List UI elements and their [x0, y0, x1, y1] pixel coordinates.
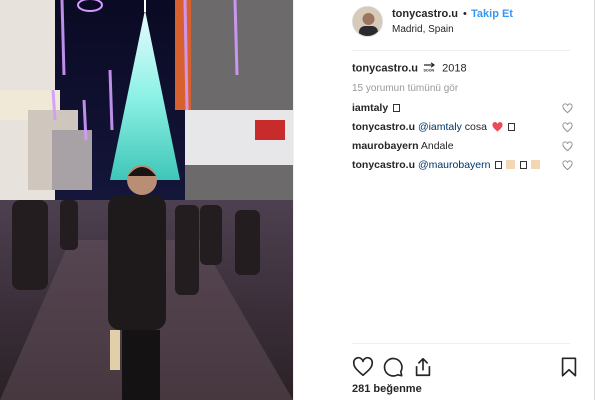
comment-icon[interactable]: [382, 356, 404, 378]
view-all-comments-link[interactable]: 15 yorumun tümünü gör: [352, 83, 458, 94]
follow-button[interactable]: Takip Et: [471, 8, 513, 20]
comment-item: maurobayern Andale: [352, 140, 574, 154]
skin-tone-emoji-icon: [506, 160, 516, 169]
post-photo[interactable]: [0, 0, 293, 400]
unknown-glyph-icon: [507, 123, 515, 131]
comment-item: iamtaly: [352, 102, 574, 116]
separator-dot: •: [463, 8, 467, 20]
svg-text:SOON: SOON: [424, 69, 435, 72]
comment-like-heart-icon[interactable]: [562, 160, 573, 171]
comment-username[interactable]: tonycastro.u: [352, 121, 415, 133]
soon-arrow-icon: SOON: [423, 62, 437, 75]
post-panel: tonycastro.u • Takip Et Madrid, Spain to…: [293, 0, 595, 400]
actions-divider: [352, 343, 570, 344]
street-christmas-photo: [0, 0, 293, 400]
comment-mention[interactable]: @iamtaly: [418, 121, 462, 133]
comment-item: tonycastro.u @maurobayern: [352, 159, 574, 173]
author-avatar[interactable]: [352, 6, 383, 37]
bookmark-icon[interactable]: [558, 356, 580, 378]
comment-like-heart-icon[interactable]: [562, 103, 573, 114]
comment-username[interactable]: maurobayern: [352, 140, 419, 152]
unknown-glyph-icon: [495, 161, 503, 169]
heart-icon[interactable]: [352, 356, 374, 378]
post-header: tonycastro.u • Takip Et Madrid, Spain: [294, 0, 594, 50]
share-icon[interactable]: [412, 356, 434, 378]
post-caption: tonycastro.u SOON 2018: [352, 62, 467, 75]
comment-like-heart-icon[interactable]: [562, 141, 573, 152]
caption-text: 2018: [442, 62, 467, 75]
caption-username[interactable]: tonycastro.u: [352, 62, 418, 74]
post-location[interactable]: Madrid, Spain: [392, 24, 454, 35]
comment-like-heart-icon[interactable]: [562, 122, 573, 133]
comment-text: Andale: [420, 140, 454, 152]
author-username[interactable]: tonycastro.u: [392, 8, 458, 20]
comment-username[interactable]: tonycastro.u: [352, 159, 415, 171]
comment-mention[interactable]: @maurobayern: [418, 159, 491, 171]
likes-count[interactable]: 281 beğenme: [352, 383, 422, 395]
comment-item: tonycastro.u @iamtaly cosa: [352, 121, 574, 135]
unknown-glyph-icon: [520, 161, 528, 169]
comment-username[interactable]: iamtaly: [352, 102, 388, 114]
comment-text: cosa: [464, 121, 487, 133]
skin-tone-emoji-icon: [531, 160, 541, 169]
red-heart-icon: [492, 122, 503, 135]
header-divider: [352, 50, 570, 51]
unknown-glyph-icon: [393, 104, 401, 112]
